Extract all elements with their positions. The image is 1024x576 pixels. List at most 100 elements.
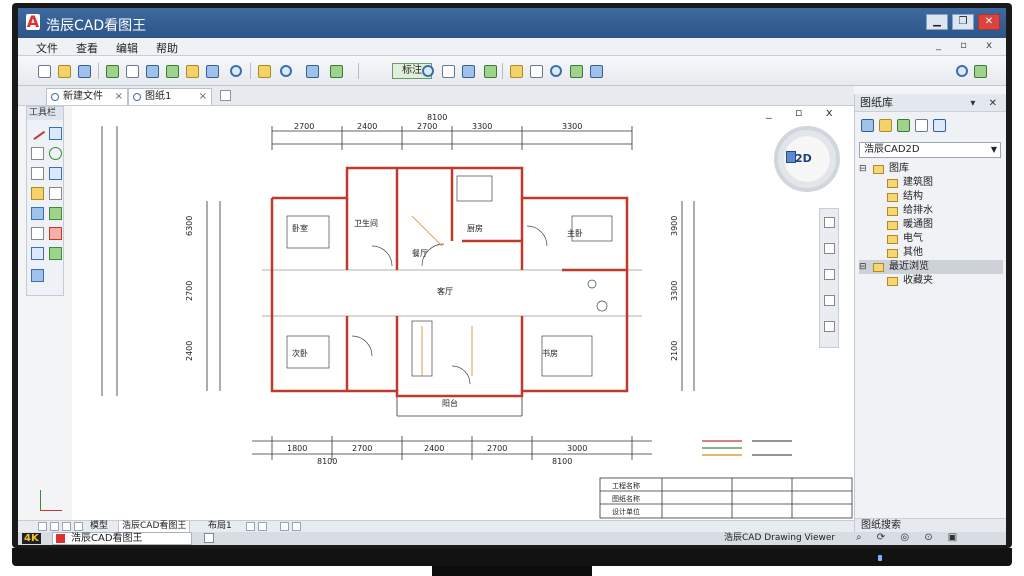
- hatch-tool-icon[interactable]: [49, 167, 62, 180]
- zoom-window-icon[interactable]: [280, 65, 292, 77]
- polyline-tool-icon[interactable]: [49, 127, 62, 140]
- search-icon[interactable]: [550, 65, 562, 77]
- measure-icon[interactable]: [186, 65, 199, 78]
- rectangle-tool-icon[interactable]: [31, 147, 44, 160]
- print-icon[interactable]: [106, 65, 119, 78]
- cloud-icon[interactable]: [484, 65, 497, 78]
- expand-toggle-icon[interactable]: ⊟: [859, 162, 867, 176]
- restore-button[interactable]: ❐: [952, 14, 974, 30]
- move-tool-icon[interactable]: [31, 227, 44, 240]
- pen-tool-icon[interactable]: [49, 207, 62, 220]
- list-view-icon[interactable]: [915, 119, 928, 132]
- settings-icon[interactable]: [974, 65, 987, 78]
- area-icon[interactable]: [462, 65, 475, 78]
- dim-text: 2400: [424, 444, 444, 453]
- text-tool-icon[interactable]: [330, 65, 343, 78]
- fit-icon[interactable]: [824, 295, 835, 306]
- toolbar-separator: [250, 63, 251, 79]
- layout-tool-icon[interactable]: [246, 522, 255, 531]
- showmotion-icon[interactable]: [824, 321, 835, 332]
- pan-icon[interactable]: [824, 217, 835, 228]
- refresh-icon[interactable]: [897, 119, 910, 132]
- taskbar-app-button[interactable]: 浩辰CAD看图王: [52, 532, 192, 545]
- drawing-tab-new[interactable]: 新建文件 ×: [46, 88, 128, 105]
- zoom-extents-icon[interactable]: [956, 65, 968, 77]
- tree-item[interactable]: 暖通图: [859, 218, 1003, 232]
- viewport-controls[interactable]: _ ▫ x: [766, 106, 842, 119]
- taskbar-icon[interactable]: [204, 533, 214, 543]
- block-icon[interactable]: [530, 65, 543, 78]
- orbit-icon[interactable]: [824, 269, 835, 280]
- grid-icon[interactable]: [306, 65, 319, 78]
- text-tool-icon[interactable]: [31, 187, 44, 200]
- last-tab-icon[interactable]: [74, 522, 83, 531]
- redo-icon[interactable]: [166, 65, 179, 78]
- back-icon[interactable]: [861, 119, 874, 132]
- export-icon[interactable]: [590, 65, 603, 78]
- compare-icon[interactable]: [510, 65, 523, 78]
- dim-text: 8100: [317, 457, 337, 466]
- zoom-icon[interactable]: [824, 243, 835, 254]
- zoom-icon[interactable]: [230, 65, 242, 77]
- menu-edit[interactable]: 编辑: [116, 40, 138, 56]
- save-icon[interactable]: [78, 65, 91, 78]
- folder-icon: [873, 165, 884, 174]
- drawing-tab-active[interactable]: 图纸1 ×: [128, 88, 212, 105]
- dim-text: 3000: [567, 444, 587, 453]
- expand-toggle-icon[interactable]: ⊟: [859, 260, 867, 274]
- panel-controls[interactable]: ▾ ✕: [970, 95, 1002, 112]
- undo-icon[interactable]: [146, 65, 159, 78]
- drawing-dropdown[interactable]: 浩辰CAD2D ▼: [859, 142, 1001, 158]
- tree-item-label: 暖通图: [903, 219, 933, 230]
- tree-item[interactable]: 建筑图: [859, 176, 1003, 190]
- stamp-tool-icon[interactable]: [31, 269, 44, 282]
- menu-view[interactable]: 查看: [76, 40, 98, 56]
- prev-tab-icon[interactable]: [50, 522, 59, 531]
- layout-tool-icon[interactable]: [280, 522, 289, 531]
- folder-icon[interactable]: [879, 119, 892, 132]
- folder-icon: [887, 277, 898, 286]
- tree-item[interactable]: 电气: [859, 232, 1003, 246]
- menu-help[interactable]: 帮助: [156, 40, 178, 56]
- layout-tool-icon[interactable]: [258, 522, 267, 531]
- tree-item[interactable]: ⊟ 图库: [859, 162, 1003, 176]
- line-tool-icon[interactable]: [29, 125, 46, 141]
- close-tab-icon[interactable]: ×: [199, 89, 207, 104]
- viewcube[interactable]: 2D: [774, 126, 840, 192]
- share-icon[interactable]: [570, 65, 583, 78]
- circle-tool-icon[interactable]: [49, 147, 62, 160]
- mdi-controls[interactable]: _ ▫ x: [936, 40, 1000, 51]
- find-icon[interactable]: [422, 65, 434, 77]
- drawing-canvas[interactable]: 2700 2400 2700 3300 3300 8100 1800 2700 …: [72, 106, 854, 520]
- erase-tool-icon[interactable]: [49, 227, 62, 240]
- grid-view-icon[interactable]: [933, 119, 946, 132]
- copy-icon[interactable]: [126, 65, 139, 78]
- first-tab-icon[interactable]: [38, 522, 47, 531]
- fill-tool-icon[interactable]: [49, 247, 62, 260]
- folder-icon: [873, 263, 884, 272]
- tree-item[interactable]: 收藏夹: [859, 274, 1003, 288]
- minimize-button[interactable]: ▁: [926, 14, 948, 30]
- dimension-icon[interactable]: [442, 65, 455, 78]
- layer-icon[interactable]: [206, 65, 219, 78]
- tree-item[interactable]: 结构: [859, 190, 1003, 204]
- close-button[interactable]: ✕: [978, 14, 1000, 30]
- menu-file[interactable]: 文件: [36, 40, 58, 56]
- tree-item[interactable]: 其他: [859, 246, 1003, 260]
- close-tab-icon[interactable]: ×: [115, 89, 123, 104]
- tree-item[interactable]: 给排水: [859, 204, 1003, 218]
- tray-icons[interactable]: ⌕ ⟳ ◎ ⊙ ▣: [856, 532, 963, 543]
- layout-tool-icon[interactable]: [292, 522, 301, 531]
- new-file-icon[interactable]: [38, 65, 51, 78]
- pan-icon[interactable]: [258, 65, 271, 78]
- cloud-tool-icon[interactable]: [31, 207, 44, 220]
- open-folder-icon[interactable]: [58, 65, 71, 78]
- next-tab-icon[interactable]: [62, 522, 71, 531]
- tree-item-label: 收藏夹: [903, 275, 933, 286]
- add-tab-icon[interactable]: [220, 90, 231, 101]
- tree-item-label: 给排水: [903, 205, 933, 216]
- copy-tool-icon[interactable]: [31, 247, 44, 260]
- tree-item[interactable]: ⊟ 最近浏览: [859, 260, 1003, 274]
- arc-tool-icon[interactable]: [31, 167, 44, 180]
- pointer-icon[interactable]: [49, 187, 62, 200]
